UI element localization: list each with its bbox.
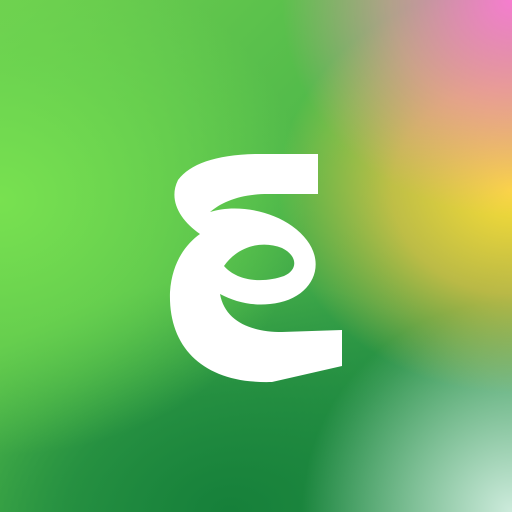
stylized-epsilon-loop-icon [169,154,342,383]
app-icon-background [0,0,512,512]
